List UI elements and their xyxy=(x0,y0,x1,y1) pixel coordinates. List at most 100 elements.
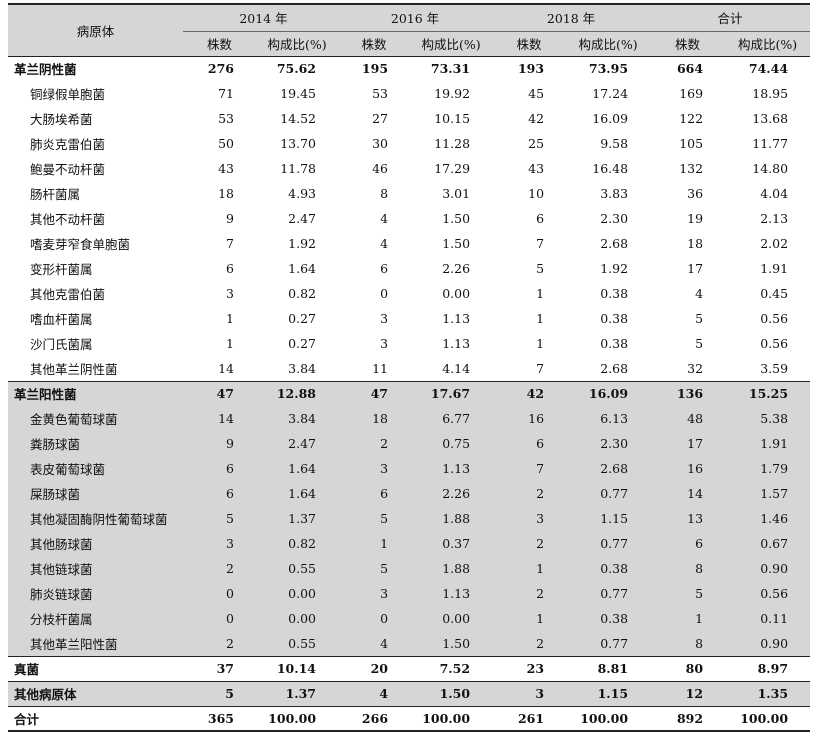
count-cell: 3 xyxy=(380,311,389,326)
ratio-cell: 0.55 xyxy=(288,561,317,576)
table-row: 其他克雷伯菌 3 0.82 0 0.00 1 0.38 4 0.45 xyxy=(8,281,810,306)
count-cell: 12 xyxy=(650,680,726,706)
ratio-cell: 2.02 xyxy=(760,236,789,251)
count-cell: 23 xyxy=(492,655,567,681)
count-cell: 14 xyxy=(218,360,234,376)
count-cell: 1 xyxy=(695,611,704,626)
ratio-cell: 3.01 xyxy=(442,186,471,201)
table-row: 其他凝固酶阴性葡萄球菌 5 1.37 5 1.88 3 1.15 13 1.46 xyxy=(8,506,811,531)
ratio-cell: 0.77 xyxy=(600,586,629,601)
count-cell: 36 xyxy=(687,186,704,201)
ratio-cell: 0.67 xyxy=(760,536,789,551)
pathogen-table-container: 病原体 2014 年 2016 年 2018 年 合计 株数 构成比(%) 株数… xyxy=(8,3,811,732)
ratio-cell: 100.00 xyxy=(410,705,493,732)
pathogen-name-cell: 其他革兰阴性菌 xyxy=(30,361,118,377)
count-cell: 47 xyxy=(183,380,256,406)
count-cell: 3 xyxy=(226,286,234,301)
pathogen-name-cell: 革兰阴性菌 xyxy=(14,62,77,78)
pathogen-name-cell: 其他革兰阳性菌 xyxy=(30,636,118,652)
count-cell: 1 xyxy=(536,561,545,576)
count-header: 株数 xyxy=(650,31,726,57)
count-cell: 5 xyxy=(536,261,545,276)
pathogen-name-cell: 真菌 xyxy=(8,655,183,681)
count-cell: 1 xyxy=(226,311,234,326)
pathogen-name-cell: 分枝杆菌属 xyxy=(30,612,93,627)
pathogen-name-cell: 大肠埃希菌 xyxy=(30,112,93,127)
ratio-cell: 2.47 xyxy=(288,211,317,226)
count-cell: 3 xyxy=(492,680,567,706)
table-row: 粪肠球菌 9 2.47 2 0.75 6 2.30 17 1.91 xyxy=(8,431,811,456)
count-cell: 3 xyxy=(380,461,389,476)
ratio-cell: 4.93 xyxy=(288,186,317,201)
count-cell: 3 xyxy=(380,336,389,351)
ratio-cell: 0.37 xyxy=(442,536,471,551)
table-row: 屎肠球菌 6 1.64 6 2.26 2 0.77 14 1.57 xyxy=(8,481,811,506)
count-cell: 18 xyxy=(218,186,234,201)
ratio-cell: 1.13 xyxy=(442,311,471,326)
pathogen-name-cell: 其他克雷伯菌 xyxy=(30,287,106,302)
count-header: 株数 xyxy=(183,31,256,57)
ratio-cell: 2.30 xyxy=(600,436,629,451)
ratio-cell: 2.68 xyxy=(600,236,629,251)
count-cell: 2 xyxy=(536,486,545,501)
category-row: 革兰阳性菌 47 12.88 47 17.67 42 16.09 136 15.25 xyxy=(8,380,811,406)
count-cell: 193 xyxy=(517,61,545,77)
category-row: 革兰阴性菌 276 75.62 195 73.31 193 73.95 664 74.44 xyxy=(8,56,810,81)
count-header: 株数 xyxy=(492,31,567,57)
ratio-cell: 11.77 xyxy=(752,136,789,151)
count-cell: 122 xyxy=(679,111,704,126)
table-row: 其他革兰阳性菌 2 0.55 4 1.50 2 0.77 8 0.90 xyxy=(8,631,811,656)
pathogen-name-cell: 肺炎克雷伯菌 xyxy=(30,137,106,152)
count-cell: 3 xyxy=(226,536,234,551)
ratio-cell: 1.13 xyxy=(442,336,471,351)
pathogen-distribution-table: 病原体 2014 年 2016 年 2018 年 合计 株数 构成比(%) 株数… xyxy=(8,3,811,732)
ratio-cell: 10.15 xyxy=(434,111,471,126)
ratio-cell: 1.79 xyxy=(760,461,789,476)
ratio-cell: 1.64 xyxy=(288,486,317,501)
ratio-cell: 1.91 xyxy=(760,436,789,451)
count-cell: 45 xyxy=(528,86,545,101)
count-cell: 11 xyxy=(372,360,389,376)
pathogen-name-cell: 其他病原体 xyxy=(8,680,183,706)
count-cell: 169 xyxy=(679,86,704,101)
count-cell: 4 xyxy=(338,680,411,706)
count-cell: 10 xyxy=(528,186,545,201)
ratio-cell: 1.37 xyxy=(288,511,317,526)
count-cell: 27 xyxy=(372,111,389,126)
ratio-cell: 13.68 xyxy=(752,111,789,126)
pathogen-name-cell: 粪肠球菌 xyxy=(30,437,81,452)
ratio-cell: 0.55 xyxy=(288,635,317,651)
category-row: 真菌 37 10.14 20 7.52 23 8.81 80 8.97 xyxy=(8,655,811,681)
table-header: 病原体 2014 年 2016 年 2018 年 合计 株数 构成比(%) 株数… xyxy=(8,3,811,57)
count-cell: 17 xyxy=(687,261,704,276)
ratio-cell: 100.00 xyxy=(566,705,651,732)
ratio-cell: 11.78 xyxy=(280,161,317,176)
ratio-cell: 0.77 xyxy=(600,486,629,501)
pathogen-name-cell: 肠杆菌属 xyxy=(30,187,81,202)
count-cell: 7 xyxy=(536,360,545,376)
count-cell: 0 xyxy=(380,286,389,301)
count-cell: 18 xyxy=(372,411,389,426)
ratio-cell: 75.62 xyxy=(276,61,317,77)
count-cell: 266 xyxy=(338,705,411,732)
count-cell: 46 xyxy=(372,161,389,176)
count-cell: 892 xyxy=(650,705,726,732)
count-cell: 1 xyxy=(226,336,234,351)
count-cell: 6 xyxy=(380,261,389,276)
table-body: 革兰阴性菌 276 75.62 195 73.31 193 73.95 664 74.44 铜绿假… xyxy=(8,56,811,732)
count-cell: 0 xyxy=(380,611,389,626)
ratio-cell: 100.00 xyxy=(725,705,811,732)
count-cell: 136 xyxy=(650,380,726,406)
count-cell: 9 xyxy=(226,436,234,451)
table-row: 鲍曼不动杆菌 43 11.78 46 17.29 43 16.48 132 14.80 xyxy=(8,156,810,181)
ratio-cell: 2.68 xyxy=(600,461,629,476)
ratio-cell: 16.09 xyxy=(592,111,629,126)
table-row: 变形杆菌属 6 1.64 6 2.26 5 1.92 17 1.91 xyxy=(8,256,810,281)
pathogen-name-cell: 嗜麦芽窄食单胞菌 xyxy=(30,237,131,252)
count-cell: 0 xyxy=(226,586,234,601)
count-cell: 71 xyxy=(218,86,234,101)
ratio-cell: 0.38 xyxy=(600,561,629,576)
count-cell: 53 xyxy=(372,86,389,101)
ratio-cell: 5.38 xyxy=(760,411,789,426)
count-cell: 4 xyxy=(380,211,389,226)
